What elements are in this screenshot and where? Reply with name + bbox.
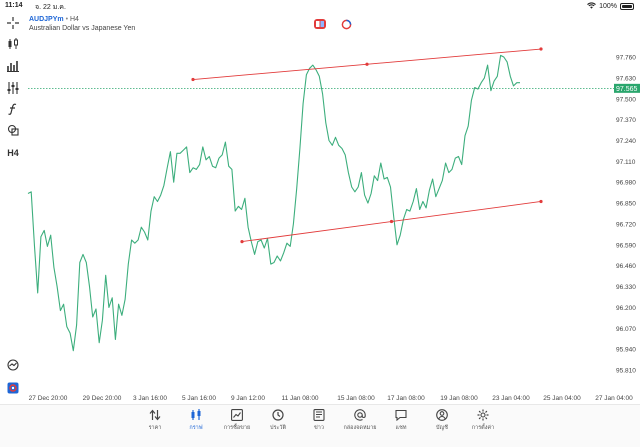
symbol-ticker[interactable]: AUDJPYm xyxy=(29,16,64,23)
x-tick-label: 11 Jan 08:00 xyxy=(281,395,318,402)
y-tick-label: 96.850 xyxy=(616,201,636,208)
nav-label: การซื้อขาย xyxy=(223,425,251,431)
symbol-description: Australian Dollar vs Japanese Yen xyxy=(29,25,136,32)
x-tick-label: 3 Jan 16:00 xyxy=(133,395,167,402)
nav-label: ราคา xyxy=(148,425,162,431)
trendline-handle xyxy=(365,62,369,66)
y-tick-label: 97.110 xyxy=(616,159,636,166)
nav-news[interactable]: ข่าว xyxy=(299,409,339,432)
one-click-trade-icon[interactable] xyxy=(314,19,326,29)
price-series-line xyxy=(27,54,520,352)
y-tick-label: 97.630 xyxy=(616,75,636,82)
signal-icon[interactable] xyxy=(5,381,21,395)
x-tick-label: 29 Dec 20:00 xyxy=(83,395,122,402)
y-tick-label: 97.370 xyxy=(616,117,636,124)
nav-label: ข่าว xyxy=(314,425,324,431)
function-icon[interactable] xyxy=(5,102,21,116)
x-tick-label: 25 Jan 04:00 xyxy=(543,395,581,402)
y-tick-label: 97.240 xyxy=(616,138,636,145)
y-tick-label: 96.330 xyxy=(616,284,636,291)
y-tick-label: 97.500 xyxy=(616,96,636,103)
x-tick-label: 15 Jan 08:00 xyxy=(337,395,375,402)
nav-settings[interactable]: การตั้งค่า xyxy=(463,409,503,432)
y-tick-label: 95.810 xyxy=(616,367,636,374)
news-icon xyxy=(313,409,325,421)
settings-icon xyxy=(477,409,489,421)
nav-chat[interactable]: แชท xyxy=(381,409,421,432)
x-tick-label: 23 Jan 04:00 xyxy=(492,395,530,402)
quick-trade-icons xyxy=(314,19,352,29)
nav-trade[interactable]: การซื้อขาย xyxy=(217,409,257,432)
left-toolbar: H4 xyxy=(0,14,26,399)
trendline-handle xyxy=(389,219,394,224)
nav-label: กราฟ xyxy=(189,425,203,431)
history-icon xyxy=(272,409,284,421)
x-tick-label: 17 Jan 08:00 xyxy=(387,395,425,402)
x-tick-label: 19 Jan 08:00 xyxy=(440,395,478,402)
y-tick-label: 95.940 xyxy=(616,347,636,354)
mail-icon xyxy=(354,409,366,421)
nav-account[interactable]: บัญชี xyxy=(422,409,462,432)
symbol-timeframe: H4 xyxy=(69,16,79,23)
timeframe-button[interactable]: H4 xyxy=(5,146,21,160)
y-tick-label: 96.590 xyxy=(616,242,636,249)
trendline-handle xyxy=(191,77,195,82)
sync-icon[interactable] xyxy=(340,19,352,29)
indicators-icon[interactable] xyxy=(5,81,21,95)
candles-icon xyxy=(191,409,201,420)
candles-icon[interactable] xyxy=(5,37,21,51)
chat-icon xyxy=(395,409,407,421)
nav-chart[interactable]: กราฟ xyxy=(176,409,216,432)
crosshair-icon[interactable] xyxy=(5,16,21,30)
nav-history[interactable]: ประวัติ xyxy=(258,409,298,432)
objects-icon[interactable] xyxy=(5,123,21,137)
trendline-handle xyxy=(539,47,543,51)
nav-quotes[interactable]: ราคา xyxy=(135,409,175,432)
account-icon xyxy=(436,409,448,421)
y-tick-label: 96.720 xyxy=(616,221,636,228)
trendline-handle xyxy=(240,239,244,244)
symbol-info: AUDJPYm • H4 Australian Dollar vs Japane… xyxy=(29,15,135,33)
chart-type-icon[interactable] xyxy=(5,59,21,73)
y-tick-label: 96.070 xyxy=(616,326,636,333)
nav-label: แชท xyxy=(395,425,407,431)
nav-mailbox[interactable]: กล่องจดหมาย xyxy=(340,409,380,432)
bottom-navigation: ราคา กราฟ การซื้อขาย ประวัติ ข่าว กล่องจ… xyxy=(0,404,640,447)
symbol-separator: • xyxy=(65,16,69,23)
nav-label: บัญชี xyxy=(436,425,448,431)
current-price-label: 97.565 xyxy=(616,86,638,93)
trendline-handle xyxy=(539,199,543,204)
analytics-icon[interactable] xyxy=(5,358,21,372)
x-tick-label: 9 Jan 12:00 xyxy=(231,395,265,402)
x-tick-label: 5 Jan 16:00 xyxy=(182,395,216,402)
nav-label: กล่องจดหมาย xyxy=(343,425,377,431)
nav-label: ประวัติ xyxy=(269,425,287,431)
y-tick-label: 96.200 xyxy=(616,305,636,312)
x-tick-label: 27 Dec 20:00 xyxy=(29,395,68,402)
y-tick-label: 97.760 xyxy=(616,55,636,62)
y-tick-label: 96.460 xyxy=(616,263,636,270)
y-tick-label: 96.980 xyxy=(616,180,636,187)
price-chart[interactable]: 97.565 97.760 97.630 97.500 97.370 97.240 97.… xyxy=(0,0,640,447)
trade-icon xyxy=(231,409,243,421)
x-tick-label: 27 Jan 04:00 xyxy=(595,395,633,402)
arrows-icon xyxy=(149,409,161,421)
nav-label: การตั้งค่า xyxy=(471,425,495,431)
